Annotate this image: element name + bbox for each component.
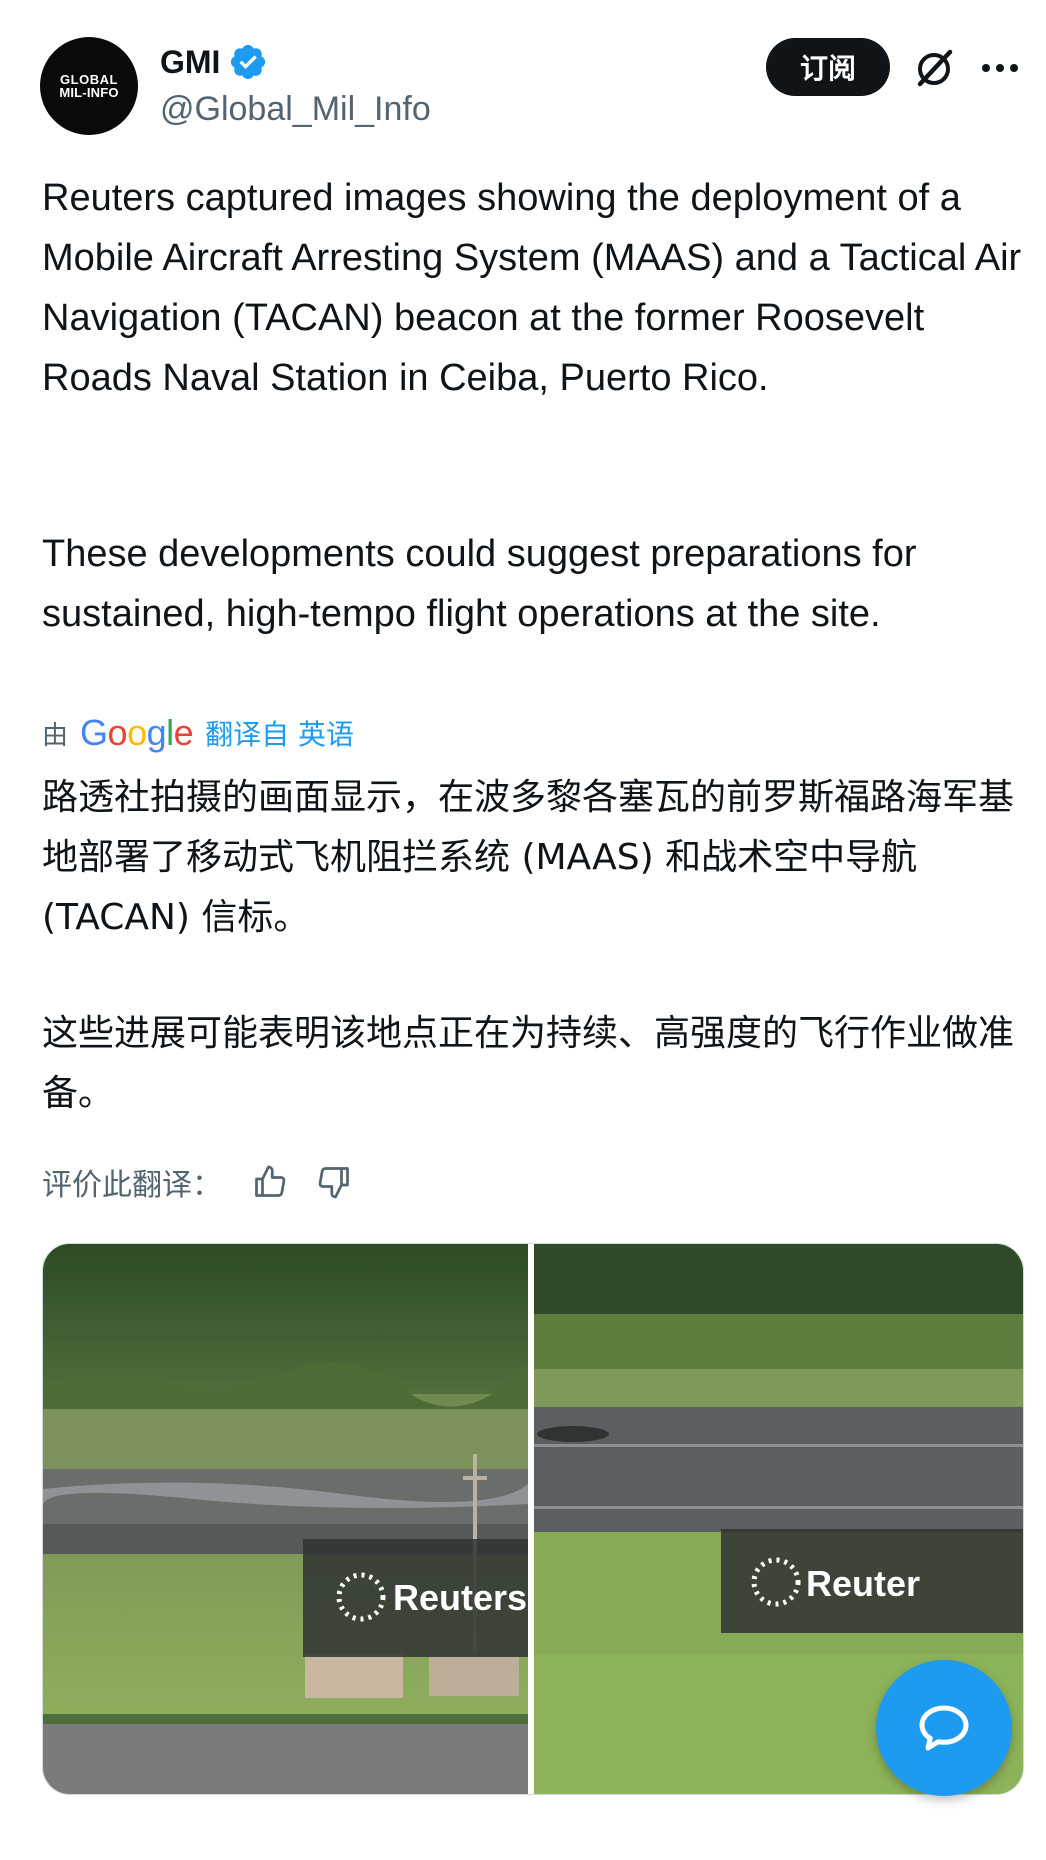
verified-badge-icon <box>231 44 266 80</box>
chat-button[interactable] <box>876 1660 1012 1796</box>
google-logo: Google <box>80 712 194 753</box>
rate-translation-row: 评价此翻译： <box>42 1160 352 1204</box>
user-handle[interactable]: @Global_Mil_Info <box>160 90 431 129</box>
tweet-paragraph-1: Reuters captured images showing the depl… <box>42 177 1032 399</box>
more-icon[interactable] <box>976 50 1024 86</box>
avatar[interactable]: GLOBAL MIL-INFO <box>40 37 138 135</box>
image2-watermark-text: Reuter <box>806 1563 920 1604</box>
translated-from-link[interactable]: 翻译自 英语 <box>205 713 354 753</box>
tweet-paragraph-2: These developments could suggest prepara… <box>42 533 928 635</box>
avatar-text-line2: MIL-INFO <box>59 85 119 100</box>
thumbs-up-icon[interactable] <box>252 1164 288 1200</box>
subscribe-button[interactable]: 订阅 <box>766 38 890 96</box>
chat-bubble-icon <box>919 1705 969 1751</box>
translated-by-label: 由 <box>42 720 69 751</box>
image1-watermark-text: Reuters <box>393 1577 527 1618</box>
translated-paragraph-2: 这些进展可能表明该地点正在为持续、高强度的飞行作业做准备。 <box>42 1013 1015 1114</box>
translation-attribution: 由 Google 翻译自 英语 <box>42 712 354 754</box>
grok-icon[interactable] <box>910 44 958 92</box>
media-image-1[interactable]: Reuters <box>43 1244 528 1794</box>
thumbs-down-icon[interactable] <box>316 1164 352 1200</box>
display-name-row[interactable]: GMI <box>160 42 268 82</box>
display-name[interactable]: GMI <box>160 44 220 81</box>
translated-paragraph-1: 路透社拍摄的画面显示，在波多黎各塞瓦的前罗斯福路海军基地部署了移动式飞机阻拦系统… <box>42 777 1015 938</box>
rate-translation-label: 评价此翻译： <box>42 1168 222 1203</box>
